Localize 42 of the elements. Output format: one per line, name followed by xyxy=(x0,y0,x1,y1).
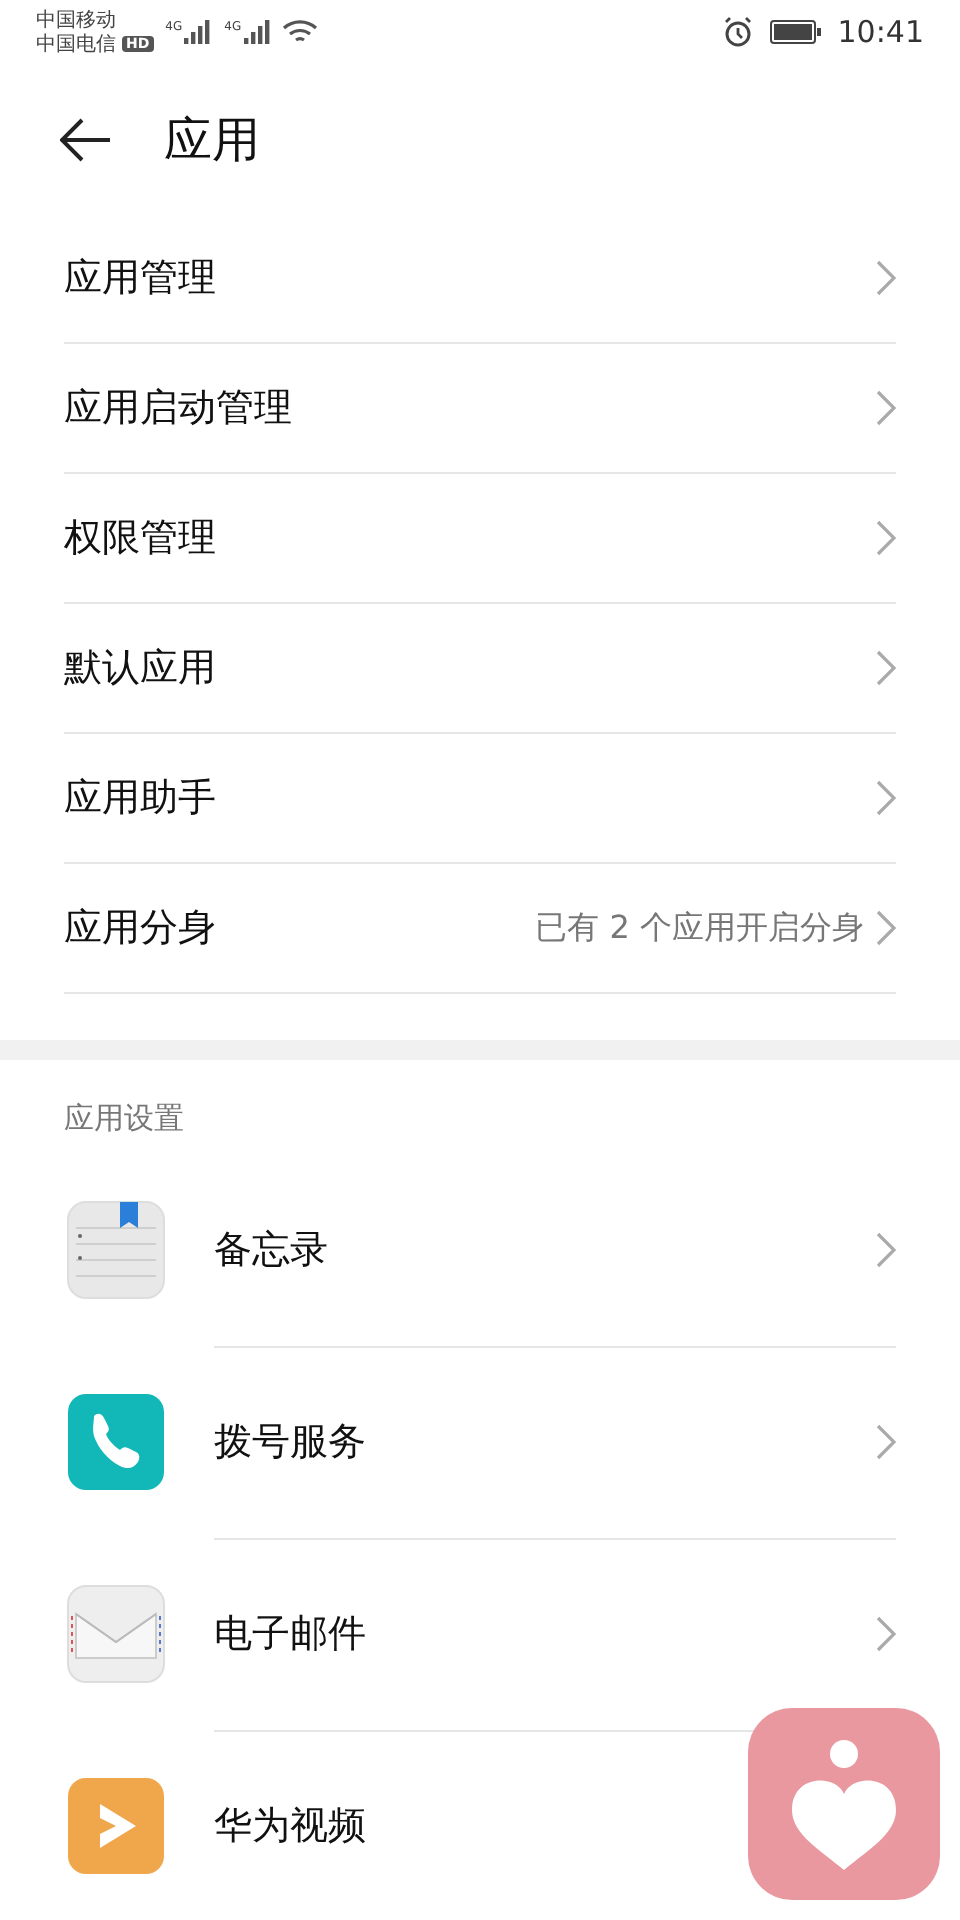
clock-time: 10:41 xyxy=(837,14,924,50)
app-name[interactable]: 备忘录 xyxy=(214,1223,328,1275)
menu-item[interactable]: 应用助手 xyxy=(64,734,896,864)
menu-label: 应用启动管理 xyxy=(64,384,294,434)
menu-item[interactable]: 应用分身 已有 2 个应用开启分身 xyxy=(64,864,896,994)
menu-item[interactable]: 应用启动管理 xyxy=(64,344,896,474)
app-name[interactable]: 拨号服务 xyxy=(214,1415,366,1467)
battery-icon xyxy=(769,20,822,44)
signal-icon xyxy=(243,20,272,44)
chevron-icon xyxy=(876,1423,896,1459)
menu-label: 权限管理 xyxy=(64,514,218,564)
chevron-icon xyxy=(876,260,896,296)
menu-label: 应用分身 xyxy=(64,904,218,954)
phone-icon xyxy=(66,1392,166,1492)
signal-icon xyxy=(184,20,213,44)
menu-label: 默认应用 xyxy=(64,644,218,694)
app-name[interactable]: 华为视频 xyxy=(214,1799,366,1851)
notepad-icon xyxy=(66,1200,166,1300)
carrier-label: 中国移动 xyxy=(36,9,118,31)
menu-item[interactable]: 权限管理 xyxy=(64,474,896,604)
chevron-icon xyxy=(876,650,896,686)
menu-item[interactable]: 默认应用 xyxy=(64,604,896,734)
app-name[interactable]: 电子邮件 xyxy=(214,1607,366,1659)
play-icon xyxy=(66,1776,166,1876)
chevron-icon xyxy=(876,780,896,816)
chevron-icon xyxy=(876,1615,896,1651)
menu-label: 应用管理 xyxy=(64,254,218,304)
wifi-icon xyxy=(281,18,318,46)
heart-icon xyxy=(788,1738,900,1870)
menu-item[interactable]: 应用管理 xyxy=(64,214,896,344)
menu-detail: 已有 2 个应用开启分身 xyxy=(535,907,864,949)
carrier-label: 中国电信 xyxy=(36,33,116,55)
back-arrow-icon[interactable] xyxy=(60,117,112,161)
page-title: 应用 xyxy=(164,109,260,171)
chevron-icon xyxy=(876,390,896,426)
chevron-icon xyxy=(876,520,896,556)
envelope-icon xyxy=(66,1584,166,1684)
menu-label: 应用助手 xyxy=(64,774,218,824)
section-title: 应用设置 xyxy=(62,1098,186,1140)
chevron-icon xyxy=(876,1231,896,1267)
alarm-icon xyxy=(721,16,754,48)
chevron-icon xyxy=(876,910,896,946)
